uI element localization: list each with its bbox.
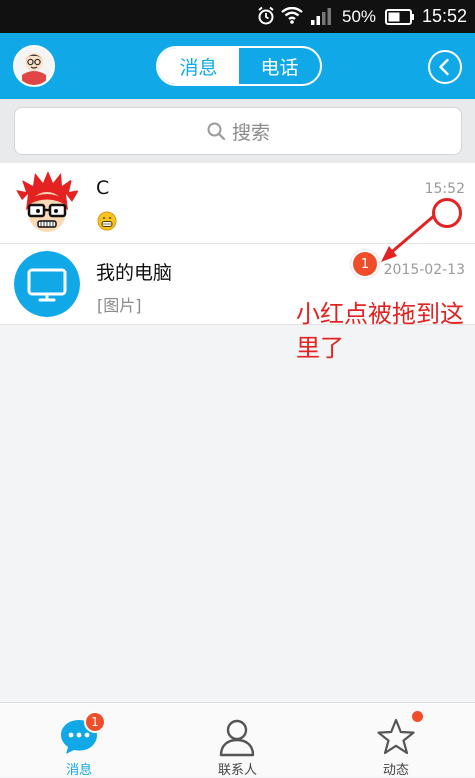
nav-label: 联系人 — [217, 763, 257, 778]
user-avatar[interactable] — [13, 45, 55, 87]
monitor-icon — [14, 251, 80, 317]
clock-time: 15:52 — [422, 6, 468, 26]
search-bar-area: 搜索 — [0, 99, 475, 163]
contact-avatar — [14, 251, 80, 317]
signal-icon — [311, 8, 333, 30]
search-icon — [207, 122, 226, 141]
tab-calls[interactable]: 电话 — [239, 48, 320, 84]
tab-messages[interactable]: 消息 — [158, 48, 239, 84]
grin-emoji-icon — [97, 211, 117, 231]
unread-badge-dragged[interactable]: 1 — [351, 250, 379, 278]
contacts-icon — [218, 717, 256, 761]
search-placeholder: 搜索 — [231, 121, 270, 144]
contact-avatar — [14, 170, 80, 236]
tab-switcher: 消息 电话 — [156, 46, 322, 86]
bottom-nav: 1 消息 联系人 动态 — [0, 702, 475, 778]
annotation-arrow — [381, 213, 436, 262]
nav-contacts[interactable]: 联系人 — [158, 703, 316, 778]
star-icon — [376, 717, 416, 761]
search-input[interactable]: 搜索 — [14, 107, 462, 155]
unread-count-badge: 1 — [84, 711, 106, 733]
alarm-icon — [257, 6, 275, 30]
new-activity-dot — [411, 711, 423, 722]
status-bar: 50% 15:52 — [0, 0, 475, 33]
message-time: 15:52 — [424, 181, 465, 197]
app-header: 消息 电话 — [0, 33, 475, 99]
wifi-icon — [281, 6, 303, 29]
nav-moments[interactable]: 动态 — [317, 703, 475, 778]
nav-label: 消息 — [66, 763, 93, 778]
battery-percent: 50% — [342, 7, 377, 26]
contact-name: C — [96, 177, 110, 199]
nav-label: 动态 — [382, 763, 409, 778]
nav-messages[interactable]: 1 消息 — [0, 703, 158, 778]
annotation-text: 小红点被拖到这里了 — [296, 300, 464, 362]
back-button[interactable] — [428, 50, 462, 84]
message-preview — [97, 211, 117, 235]
message-preview: [图片] — [97, 296, 142, 315]
contact-name: 我的电脑 — [96, 262, 173, 284]
back-icon — [439, 58, 449, 76]
battery-icon — [385, 9, 415, 30]
